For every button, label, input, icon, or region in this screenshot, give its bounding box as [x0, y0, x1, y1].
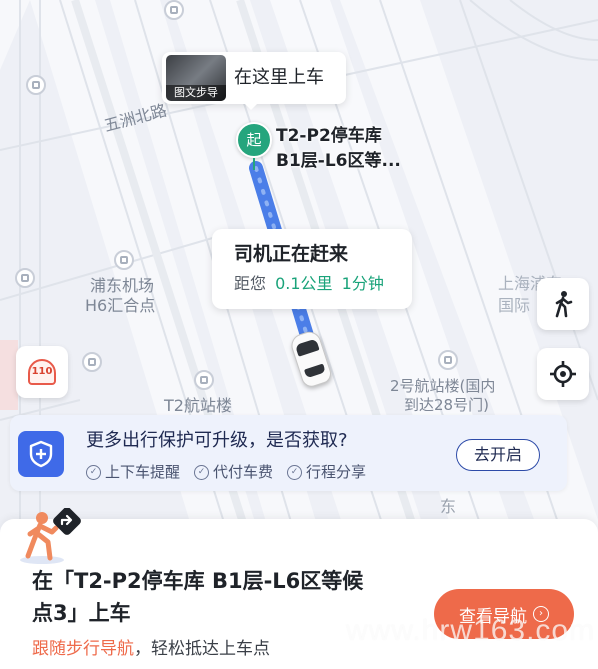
check-circle-icon: ✓ — [287, 464, 303, 480]
map-poi-label: 浦东机场 — [90, 276, 155, 295]
locate-me-button[interactable] — [537, 348, 589, 400]
guide-thumbnail-label: 图文步导 — [166, 85, 226, 101]
protection-title: 更多出行保护可升级，是否获取? — [86, 430, 348, 451]
poi-marker-icon — [164, 0, 184, 20]
map-poi-label: H6汇合点 — [85, 296, 156, 315]
sheet-title-line1: 在「T2-P2停车库 B1层-L6区等候 — [32, 569, 364, 593]
pickup-bubble-text: 在这里上车 — [234, 67, 324, 88]
driver-distance: 0.1公里 — [275, 274, 333, 293]
feature-item: ✓ 行程分享 — [287, 462, 366, 482]
sheet-subtitle: 跟随步行导航，轻松抵达上车点 — [32, 637, 270, 661]
walk-nav-link[interactable]: 跟随步行导航 — [32, 639, 134, 659]
pickup-location-bubble[interactable]: 图文步导 在这里上车 — [162, 52, 346, 104]
driver-status-title: 司机正在赶来 — [234, 243, 349, 265]
driver-eta-time: 1分钟 — [341, 274, 384, 293]
protection-upgrade-banner[interactable]: 更多出行保护可升级，是否获取? ✓ 上下车提醒 ✓ 代付车费 ✓ 行程分享 去开… — [10, 415, 567, 491]
walking-guide-illustration — [20, 507, 82, 566]
protection-feature-list: ✓ 上下车提醒 ✓ 代付车费 ✓ 行程分享 — [86, 462, 366, 482]
map-poi-label: 国际 — [498, 296, 531, 315]
sheet-title-line2: 点3」上车 — [32, 601, 131, 625]
poi-marker-icon — [194, 370, 214, 390]
start-marker-badge: 起 — [246, 131, 262, 149]
feature-label: 代付车费 — [213, 463, 274, 481]
map-road-label: 东 — [440, 497, 457, 516]
police-110-button[interactable]: 110 — [16, 346, 68, 398]
police-icon: 110 — [28, 359, 56, 385]
walking-person-icon — [555, 291, 573, 318]
poi-marker-icon — [114, 250, 134, 270]
check-circle-icon: ✓ — [194, 464, 210, 480]
start-marker-stem — [253, 158, 255, 170]
map-poi-label: 2号航站楼(国内 — [390, 377, 496, 395]
check-circle-icon: ✓ — [86, 464, 101, 480]
feature-label: 上下车提醒 — [105, 463, 181, 481]
guide-thumbnail[interactable]: 图文步导 — [166, 55, 226, 101]
watermark-text: www.hrw163.com — [346, 614, 596, 647]
map-poi-label: T2航站楼 — [164, 396, 232, 415]
poi-marker-icon — [82, 352, 102, 372]
enable-protection-button[interactable]: 去开启 — [456, 439, 540, 471]
poi-marker-icon — [26, 75, 46, 95]
feature-item: ✓ 代付车费 — [194, 462, 273, 482]
bubble-pointer — [244, 103, 258, 110]
poi-marker-icon — [438, 350, 458, 370]
start-marker-label-line1: T2-P2停车库 — [276, 126, 382, 146]
shield-plus-icon — [18, 431, 64, 477]
walk-navigation-button[interactable] — [537, 278, 589, 330]
feature-item: ✓ 上下车提醒 — [86, 462, 180, 482]
start-marker-label-line2: B1层-L6区等... — [276, 151, 401, 171]
crosshair-icon — [550, 361, 576, 387]
poi-marker-icon — [15, 268, 35, 288]
police-110-label: 110 — [31, 366, 53, 377]
feature-label: 行程分享 — [306, 463, 367, 481]
start-marker[interactable]: 起 — [236, 122, 272, 158]
map-poi-label: 到达28号门) — [404, 396, 489, 414]
sheet-subtitle-rest: ，轻松抵达上车点 — [134, 639, 270, 659]
driver-eta-prefix: 距您 — [234, 274, 267, 293]
driver-eta-row: 距您 0.1公里 1分钟 — [234, 273, 384, 295]
driver-status-card: 司机正在赶来 距您 0.1公里 1分钟 — [212, 229, 412, 309]
